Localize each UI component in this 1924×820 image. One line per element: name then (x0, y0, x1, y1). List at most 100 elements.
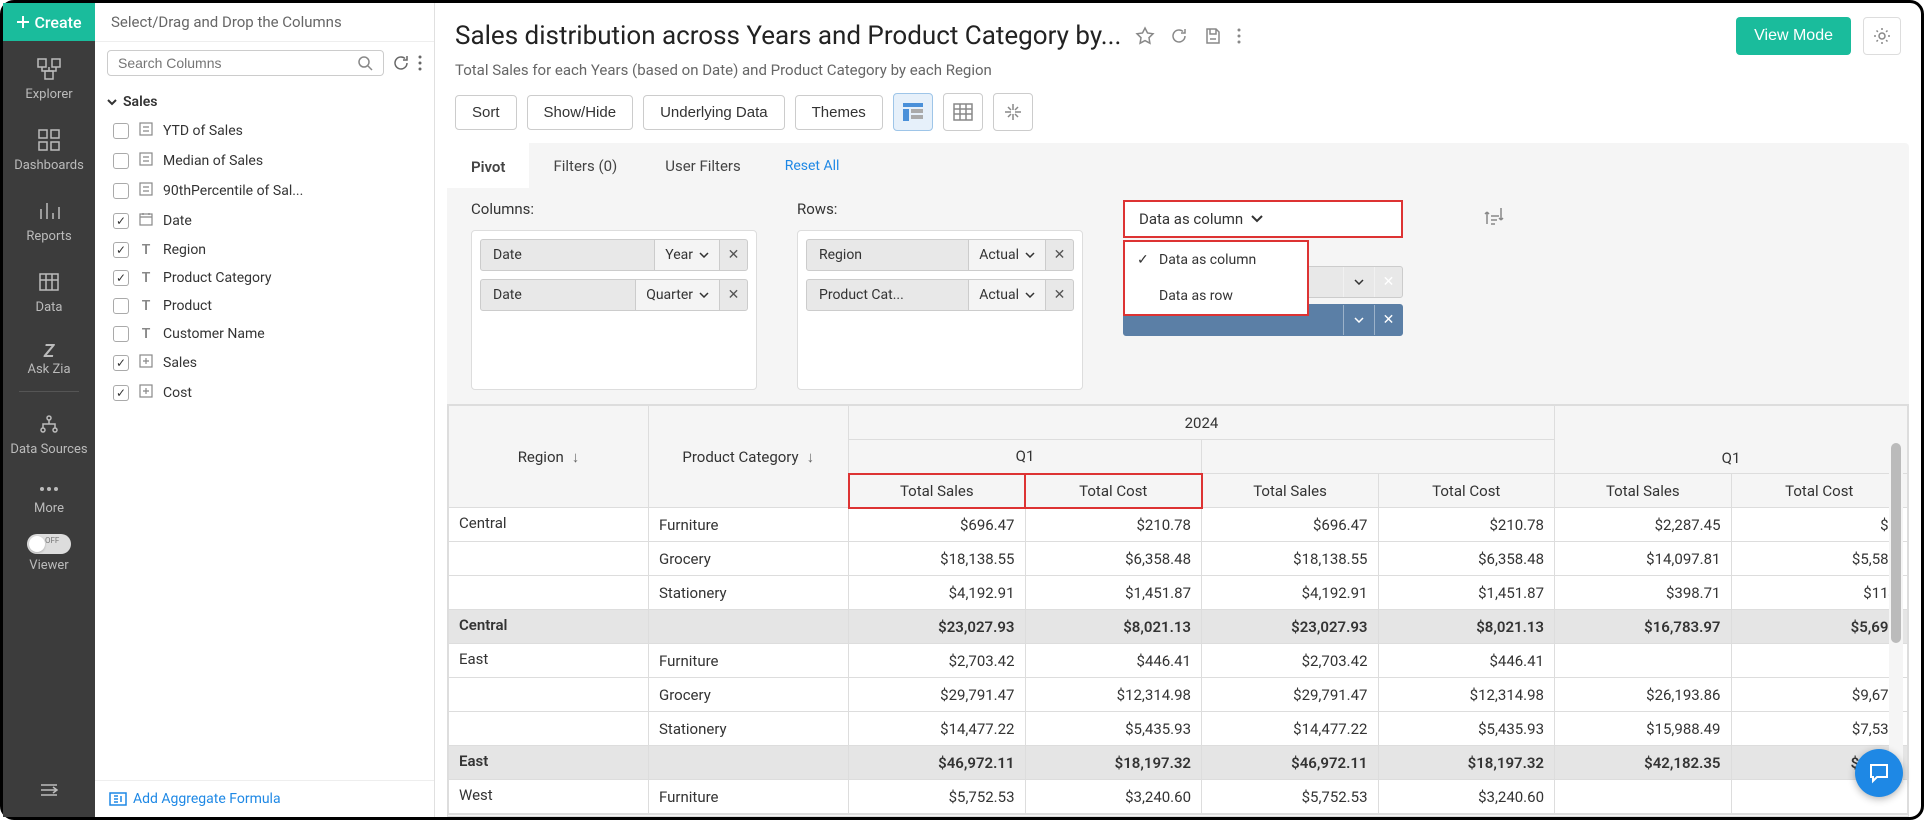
nav-dashboards[interactable]: Dashboards (14, 112, 84, 183)
field-item[interactable]: Cost (105, 378, 424, 408)
field-label: Date (163, 213, 192, 229)
field-type-icon (137, 354, 155, 372)
sort-button[interactable]: Sort (455, 95, 517, 130)
chip-remove[interactable]: ✕ (1045, 240, 1073, 270)
checkbox[interactable] (113, 355, 129, 371)
horizontal-scrollbar[interactable] (448, 814, 1908, 816)
chat-fab[interactable] (1855, 749, 1903, 797)
nav-reports[interactable]: Reports (26, 183, 71, 254)
columns-dropzone[interactable]: Date Year ✕ Date Quarter ✕ (471, 230, 757, 390)
total-cost-header[interactable]: Total Cost (1025, 474, 1202, 508)
refresh-report-icon[interactable] (1169, 26, 1189, 46)
checkbox[interactable] (113, 298, 129, 314)
field-item[interactable]: Sales (105, 348, 424, 378)
collapse-rail-button[interactable] (39, 767, 59, 817)
underlying-data-button[interactable]: Underlying Data (643, 95, 785, 130)
tab-user-filters[interactable]: User Filters (641, 145, 765, 187)
swap-axes-icon[interactable] (1483, 204, 1505, 390)
checkbox[interactable] (113, 270, 129, 286)
save-icon[interactable] (1203, 26, 1223, 46)
viewer-toggle[interactable]: Viewer (27, 534, 71, 573)
total-sales-header[interactable]: Total Sales (849, 474, 1026, 508)
chip-remove[interactable]: ✕ (1374, 305, 1402, 335)
reset-all-link[interactable]: Reset All (765, 146, 860, 186)
tab-pivot[interactable]: Pivot (447, 143, 529, 188)
kebab-report-icon[interactable] (1237, 26, 1241, 46)
field-item[interactable]: Median of Sales (105, 146, 424, 176)
settings-button[interactable] (1863, 17, 1901, 55)
field-item[interactable]: YTD of Sales (105, 116, 424, 146)
field-label: YTD of Sales (163, 123, 243, 139)
vertical-scrollbar[interactable] (1889, 423, 1903, 783)
sort-icon[interactable]: ↓ (807, 448, 815, 466)
nav-ask-zia[interactable]: Z Ask Zia (27, 325, 70, 387)
showhide-button[interactable]: Show/Hide (527, 95, 634, 130)
nav-more[interactable]: More (34, 467, 64, 526)
field-item[interactable]: 90thPercentile of Sal... (105, 176, 424, 206)
checkbox[interactable] (113, 213, 129, 229)
columns-panel: Select/Drag and Drop the Columns Sales Y… (95, 3, 435, 817)
add-aggregate-link[interactable]: Add Aggregate Formula (109, 791, 420, 807)
field-item[interactable]: T Customer Name (105, 320, 424, 348)
table-icon (953, 103, 973, 121)
chip-product-cat[interactable]: Product Cat... Actual ✕ (806, 279, 1074, 311)
total-cost-header[interactable]: Total Cost (1378, 474, 1555, 508)
chip-date-quarter[interactable]: Date Quarter ✕ (480, 279, 748, 311)
nav-data-sources[interactable]: Data Sources (10, 396, 87, 467)
field-item[interactable]: T Region (105, 236, 424, 264)
search-icon (357, 55, 373, 71)
field-label: Median of Sales (163, 153, 263, 169)
rows-dropzone[interactable]: Region Actual ✕ Product Cat... Actual ✕ (797, 230, 1083, 390)
search-input[interactable] (118, 55, 357, 71)
checkbox[interactable] (113, 242, 129, 258)
search-columns-input[interactable] (107, 50, 384, 76)
main-content: Sales distribution across Years and Prod… (435, 3, 1921, 817)
field-label: Product (163, 298, 212, 314)
checkbox[interactable] (113, 385, 129, 401)
chip-remove[interactable]: ✕ (719, 280, 747, 310)
star-icon[interactable] (1135, 26, 1155, 46)
chevron-down-icon (699, 252, 709, 258)
checkbox[interactable] (113, 123, 129, 139)
pivot-view-icon[interactable] (893, 93, 933, 131)
menu-data-as-column[interactable]: Data as column (1125, 242, 1307, 278)
year-header: 2024 (849, 406, 1555, 440)
checkbox[interactable] (113, 326, 129, 342)
menu-data-as-row[interactable]: Data as row (1125, 278, 1307, 314)
chip-mode-select[interactable]: Quarter (635, 280, 719, 310)
chip-region[interactable]: Region Actual ✕ (806, 239, 1074, 271)
field-type-icon: T (137, 298, 155, 314)
chip-mode-select[interactable]: Actual (968, 240, 1045, 270)
sort-icon[interactable]: ↓ (572, 448, 580, 466)
total-sales-header[interactable]: Total Sales (1555, 474, 1732, 508)
chart-view-icon[interactable] (993, 93, 1033, 131)
total-cost-header[interactable]: Total Cost (1731, 474, 1908, 508)
chip-remove[interactable]: ✕ (1374, 267, 1402, 297)
tab-filters[interactable]: Filters (0) (529, 145, 641, 187)
chip-mode-select[interactable]: Year (654, 240, 719, 270)
field-label: Cost (163, 385, 192, 401)
chip-remove[interactable]: ✕ (1045, 280, 1073, 310)
nav-data[interactable]: Data (36, 254, 63, 325)
create-button[interactable]: Create (3, 3, 95, 41)
table-view-icon[interactable] (943, 93, 983, 131)
total-sales-header[interactable]: Total Sales (1202, 474, 1379, 508)
field-label: 90thPercentile of Sal... (163, 183, 303, 199)
themes-button[interactable]: Themes (795, 95, 883, 130)
nav-explorer[interactable]: Explorer (25, 41, 72, 112)
dashboards-icon (37, 128, 61, 152)
kebab-icon[interactable] (418, 54, 422, 72)
chip-mode-select[interactable]: Actual (968, 280, 1045, 310)
refresh-icon[interactable] (392, 54, 410, 72)
data-as-dropdown[interactable]: Data as column (1123, 200, 1403, 238)
toggle-pill[interactable] (27, 534, 71, 554)
chip-remove[interactable]: ✕ (719, 240, 747, 270)
field-item[interactable]: T Product Category (105, 264, 424, 292)
field-group-sales[interactable]: Sales (105, 88, 424, 116)
field-item[interactable]: Date (105, 206, 424, 236)
view-mode-button[interactable]: View Mode (1736, 17, 1851, 55)
chip-date-year[interactable]: Date Year ✕ (480, 239, 748, 271)
checkbox[interactable] (113, 183, 129, 199)
checkbox[interactable] (113, 153, 129, 169)
field-item[interactable]: T Product (105, 292, 424, 320)
